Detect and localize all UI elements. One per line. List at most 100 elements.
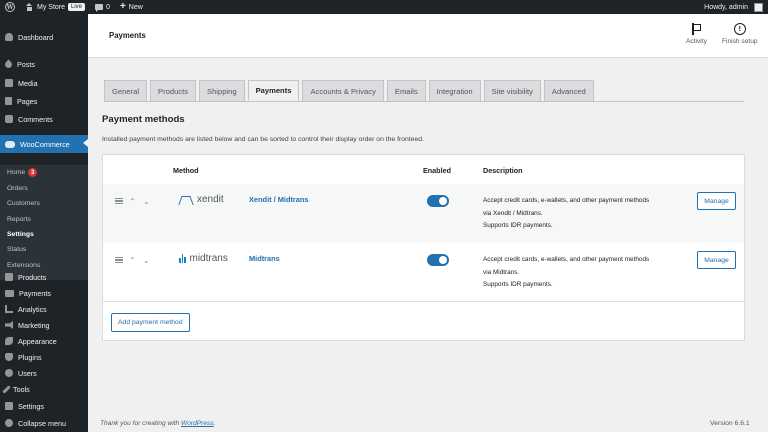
tabs-divider <box>104 101 744 102</box>
tab-products[interactable]: Products <box>150 80 196 101</box>
manage-button[interactable]: Manage <box>697 251 736 269</box>
submenu-item-orders[interactable]: Orders <box>7 181 28 196</box>
comments-link[interactable]: 0 <box>90 0 115 14</box>
sidebar-item-dashboard[interactable]: Dashboard <box>0 29 88 45</box>
sidebar-item-label: Appearance <box>18 336 57 346</box>
sidebar-item-users[interactable]: Users <box>0 365 88 381</box>
description-line: via Midtrans. <box>483 268 520 276</box>
submenu-item-label: Orders <box>7 185 28 192</box>
chevron-up-icon[interactable]: ⌃ <box>129 197 136 206</box>
description-line: Accept credit cards, e-wallets, and othe… <box>483 197 650 204</box>
sidebar-item-label: Settings <box>18 401 44 411</box>
submenu-item-status[interactable]: Status <box>7 242 26 257</box>
method-description: Accept credit cards, e-wallets, and othe… <box>483 254 683 292</box>
tab-emails[interactable]: Emails <box>386 80 426 101</box>
tab-general[interactable]: General <box>104 80 148 101</box>
sidebar-item-label: Dashboard <box>18 32 54 42</box>
add-payment-method-button[interactable]: Add payment method <box>111 313 190 332</box>
pages-icon <box>5 97 12 105</box>
finish-setup-button[interactable]: ! Finish setup <box>722 23 758 45</box>
settings-icon <box>5 402 13 410</box>
description-line: via Xendit / Midtrans. <box>483 209 543 217</box>
tab-accounts-privacy[interactable]: Accounts & Privacy <box>302 80 384 101</box>
tab-integration[interactable]: Integration <box>428 80 481 101</box>
submenu-item-home[interactable]: Home 3 <box>7 165 38 180</box>
midtrans-logo-icon <box>179 254 186 263</box>
submenu-item-label: Customers <box>7 200 40 207</box>
sidebar-item-label: Media <box>18 78 38 88</box>
column-header-method: Method <box>173 166 199 175</box>
avatar <box>754 2 763 12</box>
sidebar-item-analytics[interactable]: Analytics <box>0 301 88 317</box>
chevron-up-icon[interactable]: ⌃ <box>129 256 136 265</box>
footer-thanks-text: Thank you for creating with <box>100 420 181 427</box>
page-header: Payments Activity ! Finish setup <box>88 14 768 58</box>
sidebar-item-comments[interactable]: Comments <box>0 111 88 127</box>
tab-payments[interactable]: Payments <box>247 80 300 101</box>
sidebar-item-appearance[interactable]: Appearance <box>0 333 88 349</box>
sidebar-item-label: Collapse menu <box>18 418 66 428</box>
chevron-down-icon[interactable]: ⌄ <box>143 256 150 265</box>
collapse-menu-button[interactable]: Collapse menu <box>0 415 88 431</box>
sidebar-item-settings[interactable]: Settings <box>0 398 88 414</box>
sidebar-item-plugins[interactable]: Plugins <box>0 349 88 365</box>
new-label: New <box>128 3 143 11</box>
dashboard-icon <box>5 33 13 41</box>
home-icon <box>25 3 34 11</box>
woocommerce-submenu: Home 3 Orders Customers Reports Settings… <box>0 165 88 280</box>
manage-button[interactable]: Manage <box>697 192 736 210</box>
drag-handle-icon[interactable] <box>115 198 123 204</box>
new-content-link[interactable]: + New <box>115 0 148 14</box>
description-line: Supports IDR payments. <box>483 222 553 229</box>
sidebar-item-products[interactable]: Products <box>0 269 88 285</box>
section-description: Installed payment methods are listed bel… <box>102 136 424 143</box>
drag-handle-icon[interactable] <box>115 257 123 263</box>
sidebar-item-label: WooCommerce <box>20 139 70 149</box>
method-name-link[interactable]: Midtrans <box>249 254 280 263</box>
submenu-item-settings[interactable]: Settings <box>7 227 34 242</box>
account-menu[interactable]: Howdy, admin <box>699 0 768 14</box>
tab-site-visibility[interactable]: Site visibility <box>483 80 541 101</box>
method-name-link[interactable]: Xendit / Midtrans <box>249 195 309 204</box>
sidebar-item-payments[interactable]: Payments <box>0 285 88 301</box>
submenu-item-label: Home <box>7 169 26 176</box>
activity-button[interactable]: Activity <box>686 23 707 45</box>
sidebar-item-tools[interactable]: Tools <box>0 381 88 397</box>
submenu-item-reports[interactable]: Reports <box>7 212 31 227</box>
chevron-down-icon[interactable]: ⌄ <box>143 197 150 206</box>
tab-shipping[interactable]: Shipping <box>199 80 245 101</box>
section-title: Payment methods <box>102 114 185 125</box>
sidebar-item-media[interactable]: Media <box>0 75 88 91</box>
sidebar-item-label: Payments <box>19 288 51 298</box>
sidebar-item-label: Users <box>18 368 37 378</box>
comment-icon <box>5 115 13 123</box>
tab-advanced[interactable]: Advanced <box>543 80 594 101</box>
howdy-text: Howdy, admin <box>704 3 748 11</box>
site-name-link[interactable]: My Store Live <box>20 0 90 14</box>
method-description: Accept credit cards, e-wallets, and othe… <box>483 195 683 233</box>
table-row: ⌃ ⌄ midtrans Midtrans Accept credit card… <box>103 243 744 302</box>
admin-sidebar: Dashboard Posts Media Pages Comments Woo… <box>0 14 88 432</box>
enabled-toggle[interactable] <box>427 254 449 266</box>
home-count-badge: 3 <box>28 168 38 177</box>
wordpress-logo-icon[interactable]: W <box>0 0 20 14</box>
midtrans-logo-text: midtrans <box>189 253 228 264</box>
live-badge: Live <box>68 3 86 11</box>
comment-icon <box>95 4 104 12</box>
submenu-item-customers[interactable]: Customers <box>7 196 40 211</box>
sidebar-item-woocommerce[interactable]: WooCommerce <box>0 135 88 153</box>
sidebar-item-pages[interactable]: Pages <box>0 93 88 109</box>
xendit-logo-icon <box>179 195 193 205</box>
media-icon <box>5 79 13 87</box>
description-line: Supports IDR payments. <box>483 281 553 288</box>
enabled-toggle[interactable] <box>427 195 449 207</box>
sidebar-item-marketing[interactable]: Marketing <box>0 317 88 333</box>
sidebar-item-posts[interactable]: Posts <box>0 56 88 72</box>
megaphone-icon <box>5 321 13 329</box>
info-icon: ! <box>733 23 746 35</box>
chart-icon <box>5 305 13 313</box>
submenu-item-label: Reports <box>7 216 31 223</box>
flag-icon <box>691 23 702 35</box>
table-row: ⌃ ⌄ xendit Xendit / Midtrans Accept cred… <box>103 184 744 243</box>
wordpress-link[interactable]: WordPress <box>181 420 214 427</box>
